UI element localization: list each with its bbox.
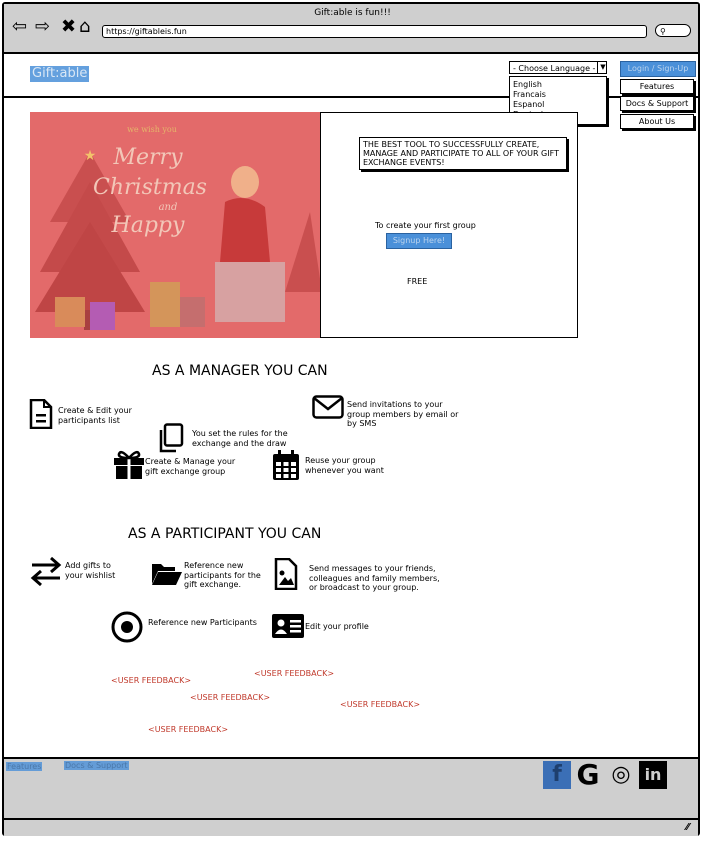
- svg-text:★: ★: [84, 148, 97, 164]
- folder-open-icon: [151, 562, 183, 586]
- google-icon[interactable]: G: [574, 761, 602, 789]
- forward-icon[interactable]: ⇨: [35, 18, 50, 36]
- footer-link-docs-support[interactable]: Docs & Support: [64, 761, 129, 770]
- feature-edit-profile: Edit your profile: [305, 622, 369, 631]
- price-label: FREE: [407, 277, 428, 286]
- nav-about-us-button[interactable]: About Us: [620, 114, 694, 129]
- signup-button[interactable]: Signup Here!: [386, 233, 452, 249]
- user-feedback: <USER FEEDBACK>: [340, 700, 421, 709]
- feature-reuse-group: Reuse your group whenever you want: [305, 456, 384, 475]
- feature-reference-new-participants: Reference new Participants: [148, 618, 257, 627]
- nav-docs-support-button[interactable]: Docs & Support: [620, 96, 694, 111]
- window-title: Gift:able is fun!!!: [314, 8, 391, 18]
- svg-text:we wish you: we wish you: [127, 125, 177, 134]
- user-feedback: <USER FEEDBACK>: [111, 676, 192, 685]
- exchange-icon: [30, 556, 62, 586]
- feature-add-gifts: Add gifts to your wishlist: [65, 561, 116, 580]
- svg-text:and: and: [159, 202, 178, 213]
- logo[interactable]: Gift:able: [30, 66, 90, 82]
- language-select[interactable]: - Choose Language -: [509, 61, 607, 74]
- chevron-down-icon[interactable]: ▼: [597, 62, 608, 73]
- hero-image: ★ we wish you Merry Christmas and Happy: [30, 112, 322, 338]
- copy-icon: [156, 423, 184, 453]
- language-option[interactable]: Francais: [513, 90, 603, 100]
- envelope-icon: [312, 395, 344, 419]
- feature-reference-participants: Reference new participants for the gift …: [184, 561, 261, 589]
- manager-heading: AS A MANAGER YOU CAN: [152, 363, 328, 379]
- address-bar[interactable]: https://giftableis.fun: [102, 25, 647, 38]
- feature-create-edit-list: Create & Edit your participants list: [58, 406, 132, 425]
- tagline: THE BEST TOOL TO SUCCESSFULLY CREATE, MA…: [359, 137, 567, 170]
- svg-text:Happy: Happy: [111, 213, 185, 238]
- login-signup-button[interactable]: Login / Sign-Up: [620, 61, 696, 77]
- id-card-icon: [272, 614, 304, 638]
- footer-link-features[interactable]: Features: [6, 762, 43, 771]
- cta-text: To create your first group: [375, 221, 476, 230]
- linkedin-icon[interactable]: in: [639, 761, 667, 789]
- browser-status-bar: [4, 818, 698, 836]
- svg-text:Merry: Merry: [112, 145, 183, 170]
- feature-send-invitations: Send invitations to your group members b…: [347, 400, 459, 428]
- back-icon[interactable]: ⇦: [12, 18, 27, 36]
- search-button[interactable]: ⚲: [655, 24, 691, 37]
- header-top-border: [4, 52, 698, 54]
- svg-text:Christmas: Christmas: [93, 175, 207, 200]
- facebook-icon[interactable]: f: [543, 761, 571, 789]
- resize-grip-icon[interactable]: ⁄⁄: [686, 822, 689, 833]
- calendar-icon: [272, 449, 300, 481]
- user-feedback: <USER FEEDBACK>: [148, 725, 229, 734]
- image-file-icon: [274, 558, 298, 590]
- close-icon[interactable]: ✖: [61, 18, 76, 36]
- gift-icon: [113, 448, 145, 480]
- language-option[interactable]: Espanol: [513, 100, 603, 110]
- instagram-icon[interactable]: ◎: [607, 761, 635, 789]
- dot-circle-icon: [111, 611, 143, 643]
- user-feedback: <USER FEEDBACK>: [254, 669, 335, 678]
- user-feedback: <USER FEEDBACK>: [190, 693, 271, 702]
- nav-features-button[interactable]: Features: [620, 79, 694, 94]
- feature-set-rules: You set the rules for the exchange and t…: [192, 429, 288, 448]
- feature-create-manage-group: Create & Manage your gift exchange group: [145, 457, 236, 476]
- feature-send-messages: Send messages to your friends, colleague…: [309, 564, 440, 592]
- home-icon[interactable]: ⌂: [79, 18, 90, 36]
- language-option[interactable]: English: [513, 80, 603, 90]
- participant-heading: AS A PARTICIPANT YOU CAN: [128, 526, 322, 542]
- christmas-illustration: ★ we wish you Merry Christmas and Happy: [30, 112, 322, 338]
- document-icon: [29, 399, 53, 429]
- search-icon: ⚲: [660, 27, 666, 36]
